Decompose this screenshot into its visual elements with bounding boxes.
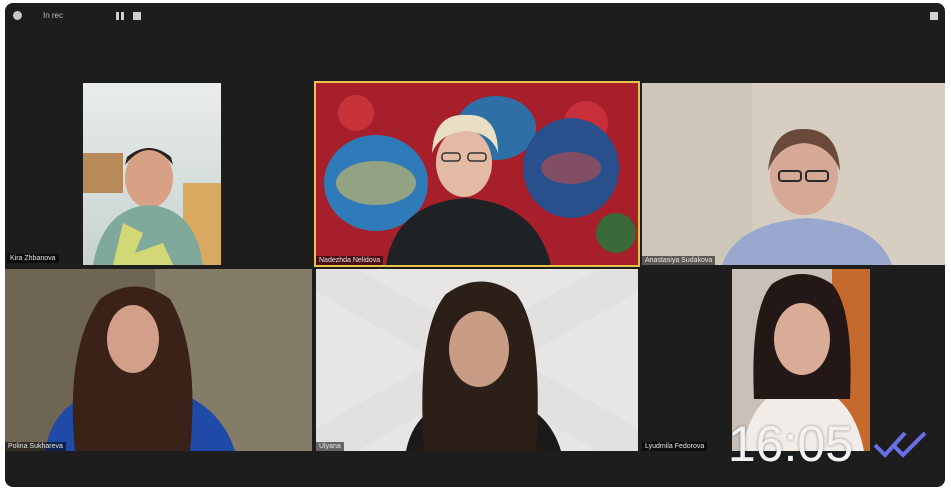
participant-video [642, 83, 945, 265]
message-time: 16:05 [727, 416, 853, 472]
view-icon[interactable] [929, 11, 939, 21]
participant-video [83, 83, 221, 265]
double-check-icon [871, 427, 931, 459]
participant-name-4: Polina Sukhareva [5, 442, 66, 451]
participant-name-6: Lyudmila Fedorova [642, 442, 708, 451]
participant-name-1: Kira Zhbanova [7, 254, 59, 263]
video-tile-4[interactable]: Polina Sukhareva [5, 269, 312, 451]
participant-name-5: Ulyana [316, 442, 344, 451]
video-tile-1[interactable]: Kira Zhbanova [83, 83, 221, 265]
participant-name-2: Nadezhda Nelidova [316, 256, 384, 265]
video-tile-5[interactable]: Ulyana [316, 269, 638, 451]
stop-icon[interactable] [132, 11, 142, 21]
video-tile-2-spotlight[interactable]: Nadezhda Nelidova [314, 81, 640, 267]
record-dot-icon[interactable] [13, 11, 22, 20]
meeting-window: In rec Kira Zhbanova Kira Zhbanova [5, 3, 945, 487]
top-bar: In rec [5, 3, 945, 29]
participant-video [316, 269, 638, 451]
pause-icon[interactable] [115, 11, 125, 21]
participant-video [5, 269, 312, 451]
participant-name-3: Anastasiya Sudakova [642, 256, 716, 265]
top-left-text: In rec [43, 11, 64, 20]
participant-video [316, 83, 638, 265]
video-tile-3[interactable]: Anastasiya Sudakova [642, 83, 945, 265]
